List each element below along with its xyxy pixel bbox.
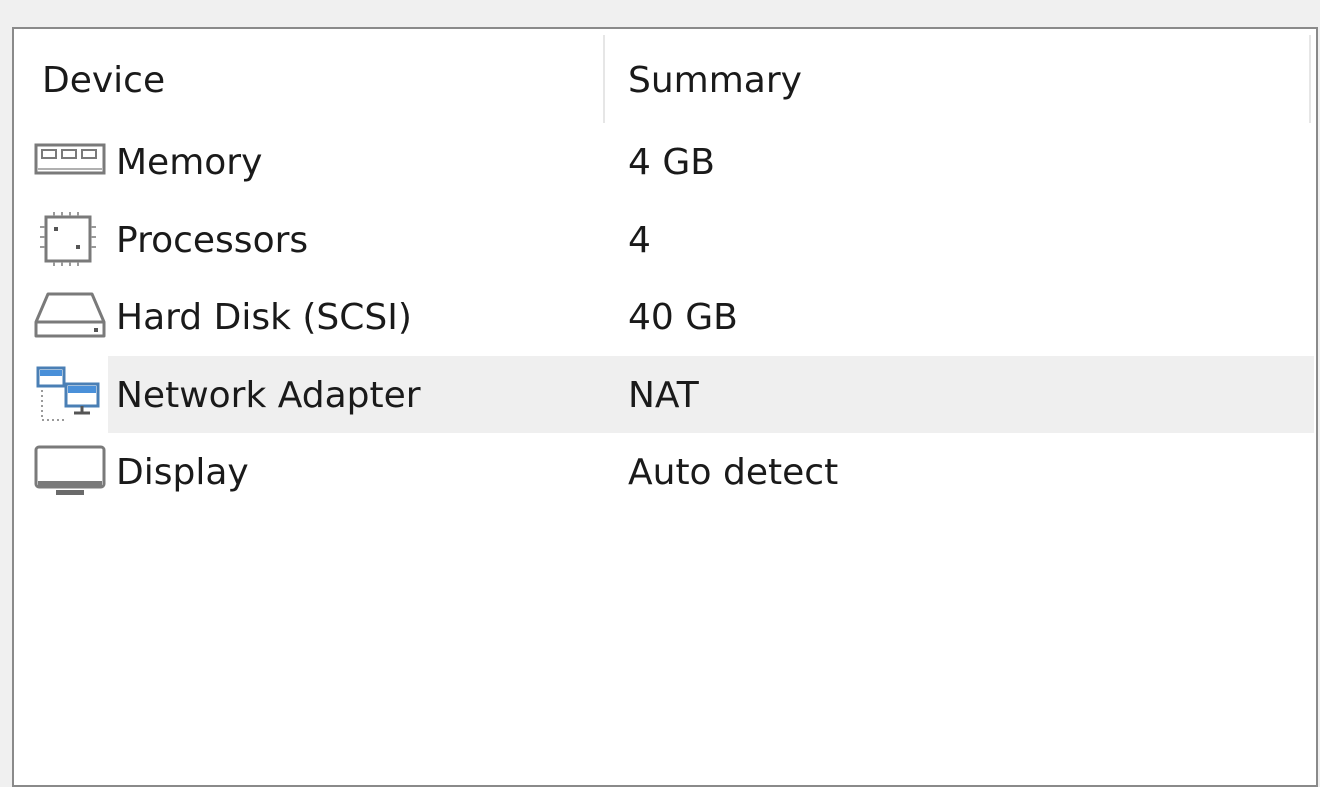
device-name: Display bbox=[116, 452, 249, 493]
device-row-display[interactable]: Display Auto detect bbox=[14, 433, 1316, 511]
network-adapter-icon bbox=[34, 366, 108, 422]
column-header-device[interactable]: Device bbox=[42, 29, 165, 123]
device-row-memory[interactable]: Memory 4 GB bbox=[14, 123, 1316, 201]
device-summary: 40 GB bbox=[628, 297, 738, 338]
device-row-hard-disk[interactable]: Hard Disk (SCSI) 40 GB bbox=[14, 278, 1316, 356]
hard-disk-icon bbox=[34, 288, 108, 344]
device-row-network-adapter[interactable]: Network Adapter NAT bbox=[14, 355, 1316, 434]
memory-icon bbox=[34, 133, 108, 189]
device-summary: 4 GB bbox=[628, 142, 715, 183]
display-icon bbox=[34, 443, 108, 499]
device-rows: Memory 4 GB Processors 4 Hard Disk (SCSI… bbox=[14, 123, 1316, 511]
device-name: Memory bbox=[116, 142, 263, 183]
device-name: Network Adapter bbox=[116, 374, 421, 416]
table-header: Device Summary bbox=[14, 29, 1316, 123]
column-header-summary[interactable]: Summary bbox=[628, 29, 802, 123]
device-name: Processors bbox=[116, 219, 309, 261]
device-summary: NAT bbox=[628, 374, 699, 416]
device-summary: 4 bbox=[628, 219, 651, 261]
processor-icon bbox=[34, 211, 108, 267]
device-row-processors[interactable]: Processors 4 bbox=[14, 201, 1316, 279]
device-list-panel: Device Summary Memory 4 GB Processors 4 … bbox=[12, 27, 1318, 787]
device-name: Hard Disk (SCSI) bbox=[116, 297, 412, 338]
column-separator[interactable] bbox=[603, 35, 605, 123]
device-summary: Auto detect bbox=[628, 452, 839, 493]
column-separator[interactable] bbox=[1309, 35, 1311, 123]
